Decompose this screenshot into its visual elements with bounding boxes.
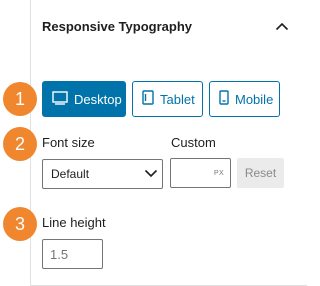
unit-label: PX xyxy=(214,169,224,177)
step-badge-3: 3 xyxy=(3,207,37,241)
mobile-icon xyxy=(219,90,229,108)
tablet-icon xyxy=(142,90,154,108)
step-badge-2: 2 xyxy=(3,127,37,161)
font-size-label: Font size xyxy=(42,135,95,150)
font-size-select[interactable]: Default xyxy=(42,159,163,189)
line-height-input[interactable]: 1.5 xyxy=(42,239,103,269)
mobile-label: Mobile xyxy=(235,91,274,107)
custom-size-input[interactable]: PX xyxy=(170,158,231,188)
panel-title: Responsive Typography xyxy=(42,18,193,34)
panel-header[interactable]: Responsive Typography xyxy=(31,0,307,52)
desktop-button[interactable]: Desktop xyxy=(42,81,126,117)
tablet-label: Tablet xyxy=(160,91,195,107)
device-switcher: Desktop Tablet Mobile xyxy=(42,81,280,117)
desktop-icon xyxy=(52,90,68,108)
line-height-label: Line height xyxy=(42,215,106,230)
line-height-placeholder: 1.5 xyxy=(50,246,69,262)
chevron-down-icon xyxy=(144,167,158,181)
mobile-button[interactable]: Mobile xyxy=(209,81,280,117)
reset-button[interactable]: Reset xyxy=(237,158,284,188)
custom-label: Custom xyxy=(171,135,216,150)
tablet-button[interactable]: Tablet xyxy=(132,81,203,117)
font-size-selected: Default xyxy=(51,167,90,181)
chevron-up-icon[interactable] xyxy=(274,18,290,34)
desktop-label: Desktop xyxy=(74,91,122,107)
step-badge-1: 1 xyxy=(3,82,37,116)
